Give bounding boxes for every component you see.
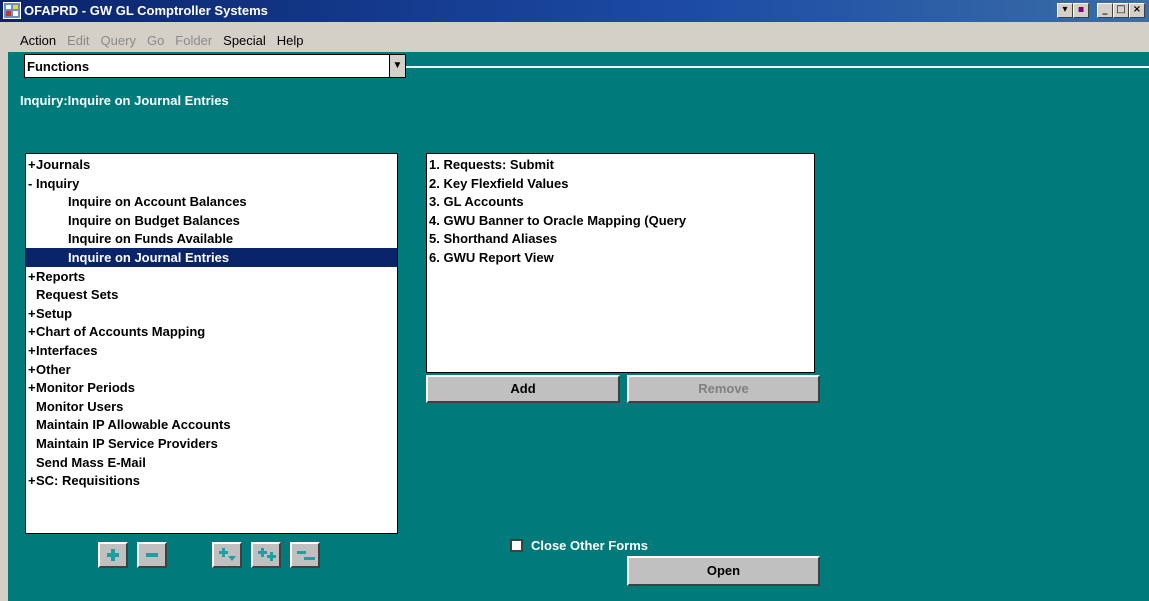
tree-item-label: Inquire on Budget Balances (68, 212, 240, 228)
function-tree[interactable]: + Journals - Inquiry Inquire on Account Bala… (25, 153, 398, 534)
add-button[interactable]: Add (426, 375, 620, 403)
menu-action[interactable]: Action (20, 33, 56, 48)
menu-query: Query (100, 33, 136, 48)
expand-branch-button[interactable] (212, 542, 242, 568)
title-bar: OFAPRD - GW GL Comptroller Systems ▾ ▪ _… (0, 0, 1149, 22)
maximize-inner-icon[interactable]: ▪ (1073, 3, 1089, 18)
tree-item[interactable]: Maintain IP Allowable Accounts (26, 415, 397, 434)
tree-item-label: Inquire on Account Balances (68, 194, 247, 210)
minus-icon (146, 553, 158, 557)
tree-item-label: Journals (36, 157, 91, 172)
tree-item[interactable]: + Reports (26, 267, 397, 286)
tree-item[interactable]: Inquire on Funds Available (26, 229, 397, 248)
application-window: OFAPRD - GW GL Comptroller Systems ▾ ▪ _… (0, 0, 1149, 601)
tree-item[interactable]: + Monitor Periods (26, 378, 397, 397)
menu-help[interactable]: Help (277, 33, 304, 48)
remove-button[interactable]: Remove (627, 375, 820, 403)
list-item[interactable]: 3. GL Accounts (429, 192, 524, 211)
collapse-node-icon[interactable]: - (28, 174, 32, 193)
tree-item-label: Send Mass E-Mail (36, 454, 146, 470)
menu-bar: Action Edit Query Go Folder Special Help (0, 22, 1149, 52)
open-button[interactable]: Open (627, 556, 820, 586)
chevron-down-icon[interactable]: ▼ (389, 55, 405, 77)
expand-node-icon[interactable]: + (28, 155, 36, 174)
expand-all-icon (258, 548, 276, 561)
tree-item-label: Inquiry (36, 175, 80, 191)
tree-item-label: Interfaces (36, 343, 98, 358)
maximize-button[interactable]: □ (1113, 3, 1129, 18)
tree-item-label: Setup (36, 305, 73, 321)
tree-item-label: Request Sets (36, 287, 119, 303)
tree-item[interactable]: Inquire on Account Balances (26, 192, 397, 211)
tree-item[interactable]: Request Sets (26, 285, 397, 304)
tree-item[interactable]: - Inquiry (26, 174, 397, 193)
expand-node-icon[interactable]: + (28, 304, 36, 323)
expand-node-icon[interactable]: + (28, 360, 36, 379)
expand-button[interactable] (98, 542, 128, 568)
expand-node-icon[interactable]: + (28, 322, 36, 341)
tree-item-label: Monitor Periods (36, 380, 135, 396)
tree-item-label: Maintain IP Allowable Accounts (36, 417, 231, 433)
tree-item-label: Reports (36, 268, 86, 284)
close-other-forms-label: Close Other Forms (531, 537, 649, 553)
tree-item-label: Monitor Users (36, 398, 124, 414)
tree-item-label: Chart of Accounts Mapping (36, 324, 206, 340)
expand-node-icon[interactable]: + (28, 471, 36, 490)
separator-line (398, 66, 1149, 68)
tree-item[interactable]: + Interfaces (26, 341, 397, 360)
minimize-button[interactable]: _ (1097, 3, 1113, 18)
tree-item-label: SC: Requisitions (36, 473, 141, 489)
tree-item[interactable]: + Journals (26, 155, 397, 174)
tree-item[interactable]: + SC: Requisitions (26, 471, 397, 490)
close-other-forms[interactable]: Close Other Forms (510, 537, 648, 553)
tree-item[interactable]: Inquire on Journal Entries (26, 248, 397, 267)
navigator-panel: Functions ▼ Inquiry:Inquire on Journal E… (8, 52, 1149, 601)
close-button[interactable]: × (1129, 3, 1145, 18)
navigator-select[interactable]: Functions ▼ (24, 54, 406, 78)
collapse-all-button[interactable] (290, 542, 320, 568)
tree-item-label: Inquire on Journal Entries (68, 250, 230, 265)
tree-item[interactable]: Maintain IP Service Providers (26, 434, 397, 453)
list-item[interactable]: 5. Shorthand Aliases (429, 229, 557, 248)
expand-branch-icon (219, 548, 236, 561)
collapse-all-icon (297, 551, 315, 560)
collapse-button[interactable] (137, 542, 167, 568)
tree-item-label: Inquire on Funds Available (68, 231, 234, 247)
expand-all-button[interactable] (251, 542, 281, 568)
navigator-select-value: Functions (27, 59, 90, 74)
tree-item-label: Maintain IP Service Providers (36, 436, 218, 451)
current-function-label: Inquiry:Inquire on Journal Entries (20, 93, 229, 108)
plus-icon (107, 549, 119, 561)
tree-item[interactable]: + Setup (26, 304, 397, 323)
expand-node-icon[interactable]: + (28, 267, 36, 286)
top-ten-list[interactable]: 1. Requests: Submit 2. Key Flexfield Valu… (426, 153, 815, 373)
window-title: OFAPRD - GW GL Comptroller Systems (24, 3, 268, 18)
tree-item-label: Other (36, 361, 71, 377)
list-item[interactable]: 1. Requests: Submit (429, 155, 554, 174)
restore-inner-icon[interactable]: ▾ (1057, 3, 1073, 18)
tree-item[interactable]: + Other (26, 360, 397, 379)
list-item[interactable]: 6. GWU Report View (429, 248, 554, 267)
menu-edit: Edit (67, 33, 90, 48)
tree-item[interactable]: Monitor Users (26, 397, 397, 416)
menu-special[interactable]: Special (223, 33, 266, 48)
close-other-forms-checkbox[interactable] (510, 538, 523, 552)
menu-folder: Folder (175, 33, 213, 48)
menu-go: Go (146, 33, 165, 48)
tree-item[interactable]: + Chart of Accounts Mapping (26, 322, 397, 341)
app-icon (3, 2, 21, 19)
tree-item[interactable]: Inquire on Budget Balances (26, 211, 397, 230)
expand-node-icon[interactable]: + (28, 341, 36, 360)
expand-node-icon[interactable]: + (28, 378, 36, 397)
tree-item[interactable]: Send Mass E-Mail (26, 453, 397, 472)
list-item[interactable]: 4. GWU Banner to Oracle Mapping (Query (429, 211, 686, 230)
list-item[interactable]: 2. Key Flexfield Values (429, 174, 568, 193)
